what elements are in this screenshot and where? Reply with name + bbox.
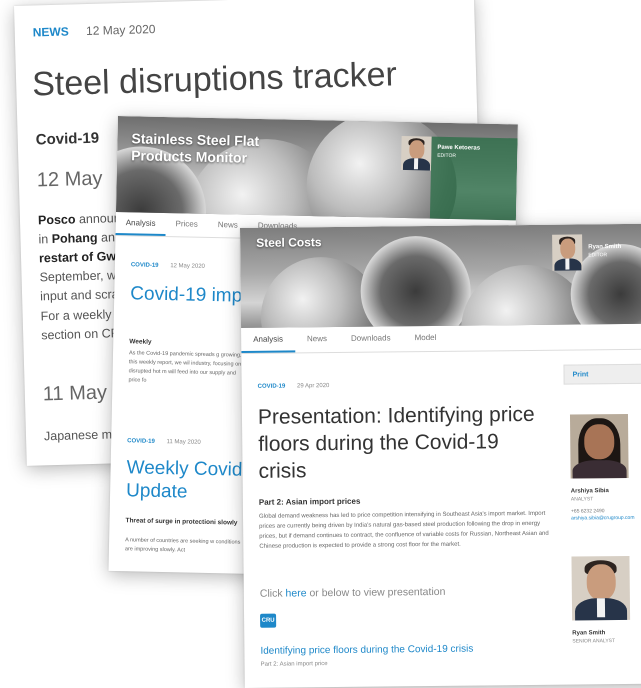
product-title: Steel Costs <box>256 235 322 250</box>
editor-name[interactable]: Pawe Ketoeras <box>437 145 480 152</box>
steel-costs-card: Steel Costs Ryan Smith EDITOR Analysis N… <box>240 223 641 688</box>
article-kicker: COVID-19 29 Apr 2020 <box>258 383 330 390</box>
tab-analysis[interactable]: Analysis <box>115 211 166 237</box>
article-date: 12 May 2020 <box>170 263 205 270</box>
article-date: 29 Apr 2020 <box>296 383 330 390</box>
hero-banner: Stainless Steel Flat Products Monitor Pa… <box>115 116 518 221</box>
steel-coil-image <box>360 235 472 328</box>
analyst-role: SENIOR ANALYST <box>572 638 616 645</box>
page-title: Steel disruptions tracker <box>31 55 398 104</box>
article-kicker: COVID-19 12 May 2020 <box>131 262 205 270</box>
paragraph-text: input and scrap <box>39 286 126 304</box>
article-summary: As the Covid-19 pandemic spreads g growi… <box>128 350 248 384</box>
analyst-email-link[interactable]: arshiya.sibia@crugroup.com <box>571 515 634 522</box>
presentation-link[interactable]: here <box>285 587 306 599</box>
location-name: Pohang <box>51 230 98 247</box>
company-name: Posco <box>37 212 76 228</box>
tab-model[interactable]: Model <box>402 326 448 351</box>
print-button[interactable]: Print <box>563 363 641 385</box>
entry-date: 11 May <box>42 381 108 406</box>
editor-avatar <box>400 135 432 171</box>
article-title: Presentation: Identifying price floors d… <box>257 402 535 483</box>
article-date: 11 May 2020 <box>166 439 201 446</box>
article-heading: Threat of surge in protectioni slowly <box>125 517 238 527</box>
tab-news[interactable]: News <box>295 327 339 352</box>
editor-avatar <box>552 234 583 271</box>
section-tabs: Analysis News Downloads Model <box>241 323 641 354</box>
covid-tag[interactable]: COVID-19 <box>131 262 159 269</box>
view-presentation-text: Click here or below to view presentation <box>260 586 446 600</box>
download-subtitle: Part 2: Asian import price <box>260 661 328 668</box>
analyst-photo <box>569 413 629 479</box>
analyst-name[interactable]: Arshiya Sibia <box>571 488 609 494</box>
product-title: Stainless Steel Flat Products Monitor <box>131 130 260 166</box>
covid-tag[interactable]: COVID-19 <box>127 438 155 445</box>
paragraph-text: Click <box>259 587 286 600</box>
covid-tag[interactable]: COVID-19 <box>258 384 286 390</box>
paragraph-text: or below to view presentation <box>306 585 446 600</box>
analyst-phone: +65 6232 2490 <box>570 508 605 515</box>
article-summary: A number of countries are seeking w cond… <box>124 537 241 554</box>
tab-prices[interactable]: Prices <box>165 213 208 237</box>
editor-role: EDITOR <box>437 152 457 160</box>
article-subheading: Part 2: Asian import prices <box>258 496 361 507</box>
analyst-role: ANALYST <box>570 496 594 503</box>
analyst-name[interactable]: Ryan Smith <box>572 630 605 636</box>
tab-analysis[interactable]: Analysis <box>241 327 296 353</box>
cru-logo-icon[interactable]: CRU <box>260 613 277 628</box>
article-kicker: NEWS 12 May 2020 <box>33 22 156 39</box>
editor-role: EDITOR <box>588 252 608 259</box>
download-link[interactable]: Identifying price floors during the Covi… <box>260 644 473 657</box>
analyst-sidebar: Print Arshiya Sibia ANALYST +65 6232 249… <box>563 363 641 685</box>
article-label: Weekly <box>129 338 152 346</box>
article-date: 12 May 2020 <box>85 22 156 38</box>
article-body: Global demand weakness has led to price … <box>258 510 549 550</box>
section-heading: Covid-19 <box>35 129 100 149</box>
hero-banner: Steel Costs Ryan Smith EDITOR <box>240 223 641 328</box>
analyst-photo <box>571 555 631 621</box>
entry-date: 12 May <box>36 167 103 192</box>
tab-downloads[interactable]: Downloads <box>339 326 403 352</box>
paragraph-text: in <box>38 232 52 247</box>
article-kicker: COVID-19 11 May 2020 <box>127 438 201 446</box>
editor-name[interactable]: Ryan Smith <box>588 244 621 250</box>
news-tag[interactable]: NEWS <box>33 24 69 39</box>
